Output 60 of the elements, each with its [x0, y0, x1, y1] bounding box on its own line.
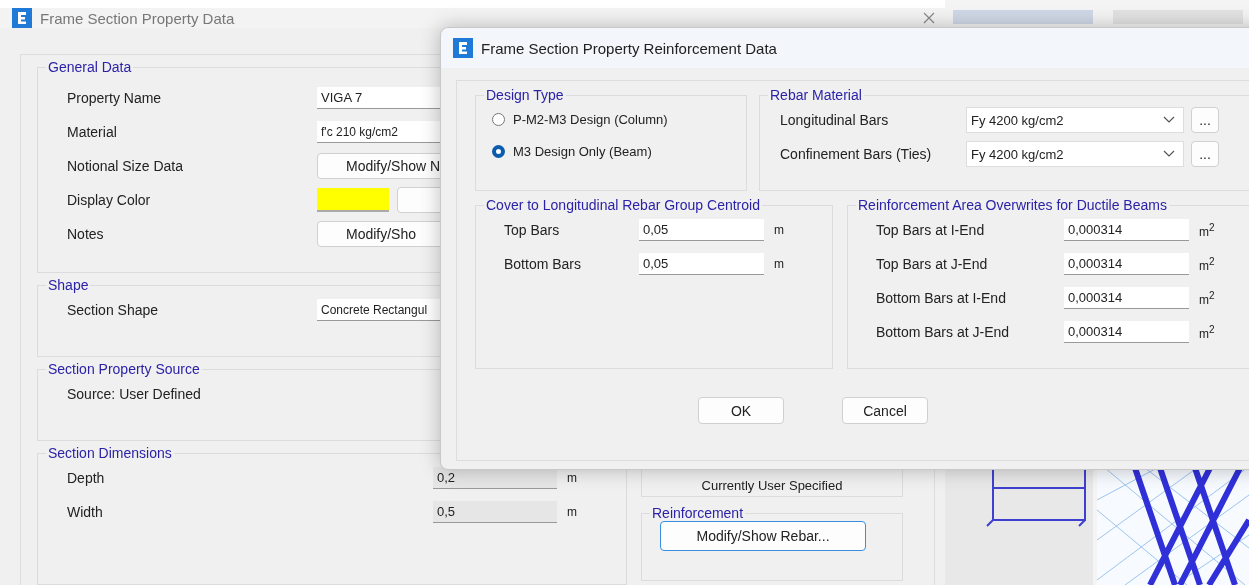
- field-label: Confinement Bars (Ties): [780, 146, 933, 162]
- app-logo-icon: [453, 38, 473, 58]
- group-title: Rebar Material: [769, 87, 863, 103]
- field-label: Top Bars: [504, 222, 561, 238]
- field-label: Notional Size Data: [67, 158, 184, 174]
- group-title: General Data: [47, 59, 133, 75]
- text-field[interactable]: 0,5: [433, 501, 557, 523]
- group-title: Section Property Source: [47, 361, 201, 377]
- text-field[interactable]: 0,05: [639, 219, 764, 241]
- radio-option[interactable]: M3 Design Only (Beam): [476, 135, 746, 167]
- group-title: Section Dimensions: [47, 445, 173, 461]
- radio-button[interactable]: [492, 144, 505, 158]
- unit-label: m$^{2}$: [1199, 289, 1215, 307]
- field-label: Depth: [67, 470, 106, 486]
- more-button[interactable]: ...: [1191, 107, 1219, 133]
- unit-label: m$^{2}$: [1199, 255, 1215, 273]
- field-label: Longitudinal Bars: [780, 112, 890, 128]
- field-label: Display Color: [67, 192, 152, 208]
- unit-label: m: [774, 223, 784, 237]
- color-swatch[interactable]: [317, 188, 389, 212]
- radio-option[interactable]: P-M2-M3 Design (Column): [476, 103, 746, 135]
- cancel-button[interactable]: Cancel: [842, 397, 928, 424]
- group-title: Cover to Longitudinal Rebar Group Centroid: [485, 197, 761, 213]
- unit-label: m$^{2}$: [1199, 323, 1215, 341]
- unit-label: m: [567, 471, 577, 485]
- field-label: Notes: [67, 226, 105, 242]
- ok-button[interactable]: OK: [698, 397, 784, 424]
- dropdown[interactable]: Fy 4200 kg/cm2: [966, 107, 1184, 133]
- dropdown[interactable]: Fy 4200 kg/cm2: [966, 141, 1184, 167]
- group-title: Design Type: [485, 87, 565, 103]
- group-title: Reinforcement Area Overwrites for Ductile Beams: [857, 197, 1168, 213]
- window-title: Frame Section Property Reinforcement Data: [481, 39, 777, 57]
- field-label: Top Bars at I-End: [876, 222, 986, 238]
- field-label: Bottom Bars at I-End: [876, 290, 1007, 306]
- chevron-down-icon: [1163, 116, 1175, 124]
- window-title: Frame Section Property Data: [40, 9, 235, 27]
- text-field[interactable]: 0,05: [639, 253, 764, 275]
- field-label: Top Bars at J-End: [876, 256, 989, 272]
- unit-label: m: [567, 505, 577, 519]
- group-title: Reinforcement: [651, 505, 745, 521]
- field-label: Width: [67, 504, 104, 520]
- modify-rebar-button[interactable]: Modify/Show Rebar...: [660, 521, 866, 551]
- close-icon[interactable]: [923, 12, 935, 24]
- status-text: Currently User Specified: [701, 478, 843, 493]
- unit-label: m$^{2}$: [1199, 221, 1215, 239]
- group-title: Shape: [47, 277, 90, 293]
- text-field[interactable]: 0,000314: [1064, 253, 1189, 275]
- chevron-down-icon: [1163, 150, 1175, 158]
- text-field[interactable]: 0,000314: [1064, 287, 1189, 309]
- more-button[interactable]: ...: [1191, 141, 1219, 167]
- field-label: Section Shape: [67, 302, 160, 318]
- text-field[interactable]: 0,000314: [1064, 321, 1189, 343]
- field-label: Bottom Bars: [504, 256, 583, 272]
- field-label: Material: [67, 124, 118, 140]
- field-label: Bottom Bars at J-End: [876, 324, 1011, 340]
- radio-button[interactable]: [492, 112, 505, 126]
- source-text: Source: User Defined: [67, 386, 202, 402]
- unit-label: m: [774, 257, 784, 271]
- text-field[interactable]: 0,000314: [1064, 219, 1189, 241]
- field-label: Property Name: [67, 90, 163, 106]
